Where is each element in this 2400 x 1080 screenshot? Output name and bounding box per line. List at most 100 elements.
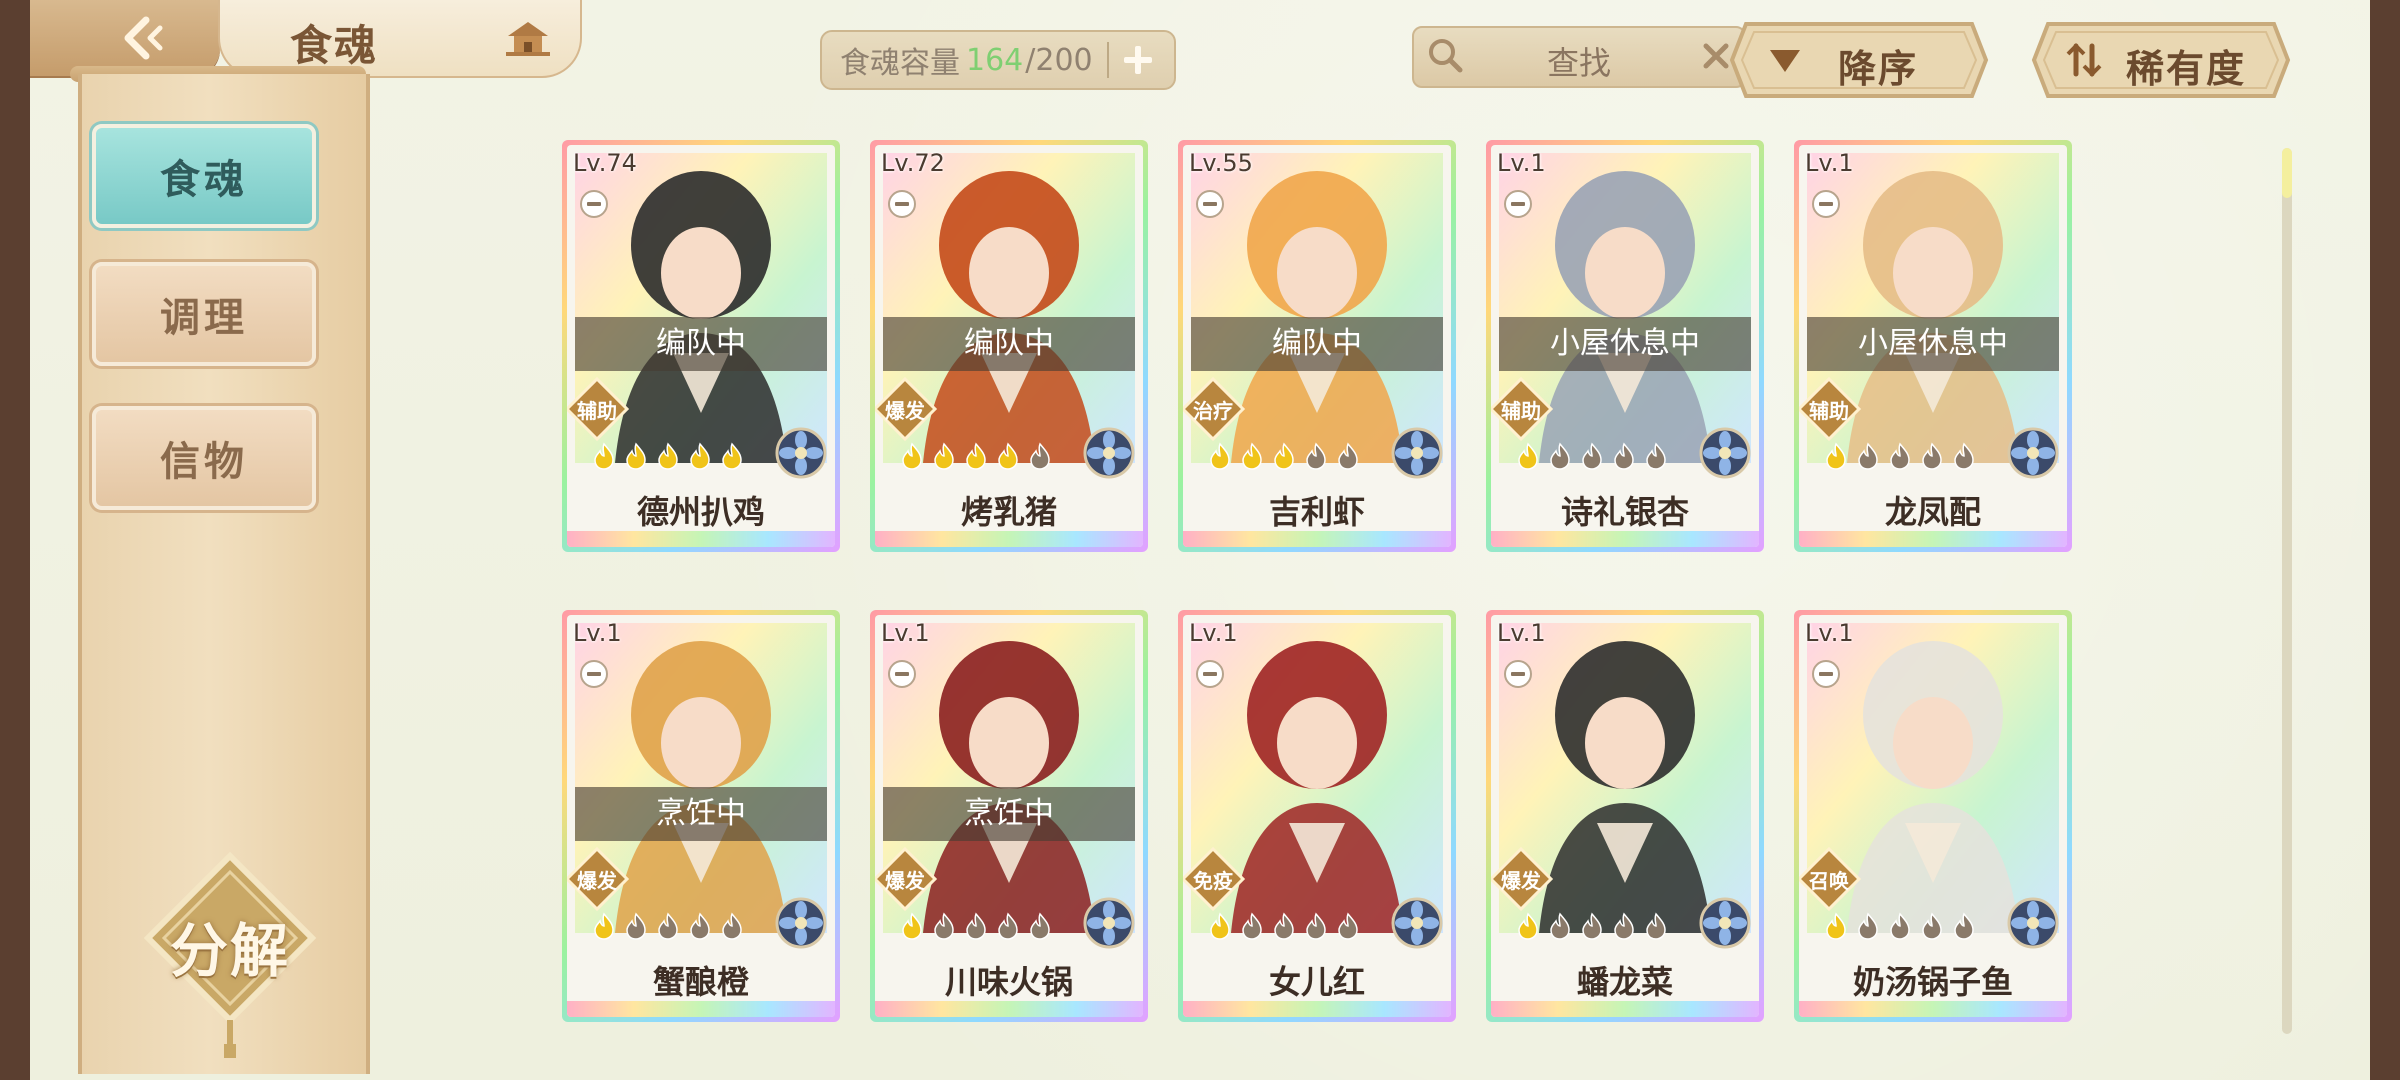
- capacity-divider: [1106, 42, 1109, 78]
- card-level: Lv.1: [1497, 619, 1546, 647]
- card-level: Lv.1: [1497, 149, 1546, 177]
- rarity-flame-icon: [1614, 912, 1634, 940]
- role-label: 辅助: [577, 399, 617, 423]
- lock-toggle-icon[interactable]: [887, 189, 917, 219]
- role-label: 爆发: [1501, 869, 1541, 893]
- card-foot-strip: [1491, 1001, 1759, 1017]
- card-name: 德州扒鸡: [636, 493, 765, 531]
- rarity-flame-icon: [902, 912, 922, 940]
- food-soul-card[interactable]: Lv.72 编队中 爆发 烤乳猪: [870, 140, 1148, 552]
- food-soul-card[interactable]: Lv.1 免疫 女儿红: [1178, 610, 1456, 1022]
- card-name: 吉利虾: [1268, 493, 1365, 531]
- lock-toggle-icon[interactable]: [1503, 189, 1533, 219]
- rarity-stars: [1513, 911, 1671, 941]
- rarity-flame-icon: [722, 912, 742, 940]
- rarity-flame-icon: [1646, 442, 1666, 470]
- search-input[interactable]: 查找: [1412, 26, 1746, 88]
- rarity-flame-icon: [594, 912, 614, 940]
- decompose-button[interactable]: 分解: [140, 851, 320, 1062]
- rarity-flame-icon: [1890, 912, 1910, 940]
- lock-toggle-icon[interactable]: [1503, 659, 1533, 689]
- food-soul-card[interactable]: Lv.74 编队中 辅助 德州扒鸡: [562, 140, 840, 552]
- role-label: 免疫: [1193, 869, 1233, 893]
- card-foot-strip: [1183, 531, 1451, 547]
- food-soul-card[interactable]: Lv.1 召唤 奶汤锅子鱼: [1794, 610, 2072, 1022]
- rarity-flame-icon: [690, 442, 710, 470]
- rarity-flame-icon: [1306, 912, 1326, 940]
- rarity-flame-icon: [998, 442, 1018, 470]
- rarity-stars: [1205, 441, 1363, 471]
- card-level: Lv.74: [573, 149, 637, 177]
- role-badge: 爆发: [567, 846, 630, 912]
- rarity-flame-icon: [1306, 442, 1326, 470]
- lock-toggle-icon[interactable]: [1195, 189, 1225, 219]
- tab-food-souls[interactable]: 食魂: [92, 124, 316, 228]
- rarity-flame-icon: [1954, 912, 1974, 940]
- card-body: Lv.1 小屋休息中 辅助: [1491, 145, 1759, 547]
- rarity-flame-icon: [1646, 912, 1666, 940]
- back-button[interactable]: [118, 12, 178, 64]
- scrollbar-thumb[interactable]: [2282, 148, 2292, 198]
- lock-toggle-icon[interactable]: [1195, 659, 1225, 689]
- card-body: Lv.74 编队中 辅助 德州扒鸡: [567, 145, 835, 547]
- rarity-flame-icon: [1274, 442, 1294, 470]
- tab-tokens[interactable]: 信物: [92, 406, 316, 510]
- rarity-flame-icon: [1922, 442, 1942, 470]
- list-scrollbar[interactable]: [2282, 148, 2292, 1034]
- card-body: Lv.1 烹饪中 爆发: [875, 615, 1143, 1017]
- sort-order-button[interactable]: 降序: [1728, 20, 1990, 100]
- element-flower-icon: [1083, 427, 1135, 479]
- capacity-separator: /: [1025, 42, 1036, 78]
- role-badge: 爆发: [875, 846, 938, 912]
- card-level: Lv.72: [881, 149, 945, 177]
- rarity-flame-icon: [1550, 912, 1570, 940]
- role-badge: 免疫: [1183, 846, 1246, 912]
- rarity-flame-icon: [658, 442, 678, 470]
- element-flower-icon: [2007, 427, 2059, 479]
- food-soul-card[interactable]: Lv.1 爆发 蟠龙菜: [1486, 610, 1764, 1022]
- lock-toggle-icon[interactable]: [887, 659, 917, 689]
- card-status: 编队中: [883, 317, 1135, 371]
- food-soul-card[interactable]: Lv.1 小屋休息中 辅助: [1794, 140, 2072, 552]
- card-body: Lv.55 编队中 治疗 吉利虾: [1183, 145, 1451, 547]
- home-button[interactable]: [500, 14, 556, 62]
- rarity-flame-icon: [998, 912, 1018, 940]
- food-soul-card[interactable]: Lv.1 烹饪中 爆发: [562, 610, 840, 1022]
- food-soul-card[interactable]: Lv.1 小屋休息中 辅助: [1486, 140, 1764, 552]
- food-soul-card[interactable]: Lv.55 编队中 治疗 吉利虾: [1178, 140, 1456, 552]
- food-soul-card[interactable]: Lv.1 烹饪中 爆发: [870, 610, 1148, 1022]
- capacity-label: 食魂容量: [840, 46, 960, 81]
- role-label: 爆发: [885, 399, 925, 423]
- capacity-total: 200: [1035, 42, 1093, 78]
- card-name: 烤乳猪: [960, 493, 1057, 531]
- lock-toggle-icon[interactable]: [1811, 659, 1841, 689]
- rarity-flame-icon: [1030, 912, 1050, 940]
- card-level: Lv.55: [1189, 149, 1253, 177]
- rarity-stars: [589, 911, 747, 941]
- rarity-flame-icon: [722, 442, 742, 470]
- rarity-stars: [1821, 911, 1979, 941]
- card-body: Lv.1 小屋休息中 辅助: [1799, 145, 2067, 547]
- element-flower-icon: [775, 427, 827, 479]
- rarity-flame-icon: [626, 442, 646, 470]
- role-badge: 爆发: [875, 376, 938, 442]
- lock-toggle-icon[interactable]: [579, 659, 609, 689]
- expand-capacity-button[interactable]: [1113, 35, 1163, 85]
- element-flower-icon: [775, 897, 827, 949]
- card-foot-strip: [567, 531, 835, 547]
- left-frame: [0, 0, 30, 1080]
- element-flower-icon: [1391, 427, 1443, 479]
- rarity-flame-icon: [1338, 442, 1358, 470]
- lock-toggle-icon[interactable]: [1811, 189, 1841, 219]
- tab-conditioning[interactable]: 调理: [92, 262, 316, 366]
- card-name: 诗礼银杏: [1560, 493, 1689, 531]
- role-badge: 治疗: [1183, 376, 1246, 442]
- rarity-flame-icon: [1826, 912, 1846, 940]
- role-label: 爆发: [577, 869, 617, 893]
- rarity-flame-icon: [1518, 912, 1538, 940]
- lock-toggle-icon[interactable]: [579, 189, 609, 219]
- sort-by-button[interactable]: 稀有度: [2030, 20, 2292, 100]
- rarity-flame-icon: [1030, 442, 1050, 470]
- sort-by-label: 稀有度: [2126, 47, 2247, 91]
- rarity-flame-icon: [1210, 912, 1230, 940]
